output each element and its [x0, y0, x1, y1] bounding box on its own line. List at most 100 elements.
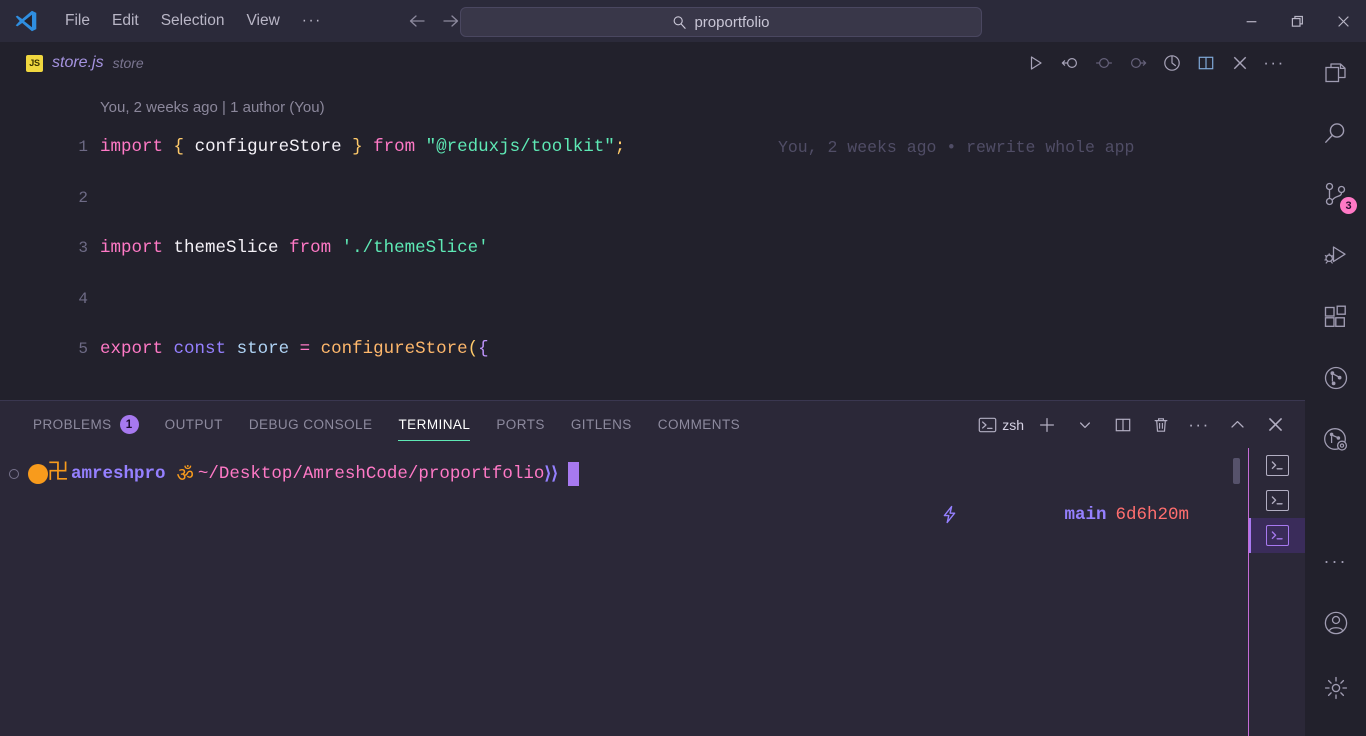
file-history-icon[interactable]	[1155, 46, 1189, 80]
terminal-git-branch: main	[1064, 504, 1107, 525]
menu-view[interactable]: View	[235, 9, 290, 33]
terminal-body[interactable]: 卍 amreshpro ॐ ~/Desktop/AmreshCode/propo…	[0, 448, 1248, 736]
restore-icon[interactable]	[1274, 0, 1320, 42]
code-token: from	[373, 137, 416, 158]
menu-edit[interactable]: Edit	[101, 9, 150, 33]
activitybar-item-more[interactable]: ···	[1305, 531, 1366, 592]
activitybar-item-source-control[interactable]: 3	[1305, 164, 1366, 225]
ellipsis-icon[interactable]: ···	[1257, 46, 1291, 80]
close-icon[interactable]	[1257, 410, 1293, 440]
terminal-path: ~/Desktop/AmreshCode/proportfolio	[197, 464, 545, 484]
panel-action-bar: zsh ···	[975, 401, 1293, 448]
plus-icon[interactable]	[1029, 410, 1065, 440]
ellipsis-icon[interactable]: ···	[1181, 410, 1217, 440]
code-content[interactable]: You, 2 weeks ago | 1 author (You) 1 impor…	[0, 84, 1305, 375]
code-token: }	[352, 137, 363, 158]
code-lines: 1 import { configureStore } from "@reduxj…	[0, 122, 1305, 375]
play-icon[interactable]	[1019, 46, 1053, 80]
panel-tab-ports[interactable]: PORTS	[483, 401, 558, 448]
activitybar-item-search[interactable]	[1305, 103, 1366, 164]
terminal-user: amreshpro	[71, 464, 166, 484]
code-token: {	[478, 339, 489, 360]
activitybar-item-gitlens-inspect[interactable]	[1305, 408, 1366, 469]
blame-header: You, 2 weeks ago | 1 author (You)	[100, 98, 325, 116]
panel-tab-terminal[interactable]: TERMINAL	[385, 401, 483, 448]
arrow-right-icon[interactable]	[441, 12, 461, 30]
line-number: 2	[78, 188, 88, 207]
vscode-window: File Edit Selection View ··· proportfoli…	[0, 0, 1366, 736]
code-token: {	[173, 137, 185, 158]
menu-overflow-icon[interactable]: ···	[291, 12, 333, 30]
source-control-badge: 3	[1340, 197, 1357, 214]
editor-tab-store-js[interactable]: JS store.js store	[0, 42, 158, 84]
activitybar-item-gitlens[interactable]	[1305, 347, 1366, 408]
terminal-duration: 6d6h20m	[1115, 504, 1189, 525]
panel-tab-problems[interactable]: PROBLEMS 1	[20, 401, 152, 448]
command-decoration-icon[interactable]	[9, 469, 19, 479]
terminal-tab-1[interactable]	[1249, 448, 1305, 483]
menu-selection[interactable]: Selection	[150, 9, 236, 33]
menu-file[interactable]: File	[54, 9, 101, 33]
panel-tab-debug-console[interactable]: DEBUG CONSOLE	[236, 401, 386, 448]
code-token: configureStore	[320, 339, 468, 360]
code-token: import	[100, 137, 164, 158]
terminal-icon[interactable]: zsh	[975, 410, 1027, 440]
chevron-up-icon[interactable]	[1219, 410, 1255, 440]
editor-tabs: JS store.js store ···	[0, 42, 1305, 84]
terminal-tab-list	[1249, 448, 1305, 736]
panel-tab-label: DEBUG CONSOLE	[248, 417, 373, 432]
navigation-arrows	[407, 12, 461, 30]
search-value: proportfolio	[694, 13, 770, 31]
code-line[interactable]: 1 import { configureStore } from "@reduxj…	[0, 122, 1305, 173]
editor-action-bar: ···	[1019, 42, 1291, 84]
close-icon[interactable]	[1320, 0, 1366, 42]
code-line[interactable]: 3 import themeSlice from './themeSlice'	[0, 223, 1305, 274]
terminal-tab-2[interactable]	[1249, 483, 1305, 518]
code-token: (	[467, 339, 479, 360]
code-token: configureStore	[194, 137, 342, 158]
activitybar-item-settings[interactable]	[1305, 657, 1366, 718]
code-line[interactable]: 2	[0, 173, 1305, 224]
minimize-icon[interactable]	[1228, 0, 1274, 42]
terminal-cursor	[568, 462, 580, 486]
vscode-logo-icon	[12, 7, 40, 35]
activitybar-item-accounts[interactable]	[1305, 592, 1366, 653]
split-editor-icon[interactable]	[1189, 46, 1223, 80]
panel-tab-output[interactable]: OUTPUT	[152, 401, 236, 448]
search-input[interactable]: proportfolio	[460, 7, 982, 37]
panel-tab-gitlens[interactable]: GITLENS	[558, 401, 645, 448]
code-line[interactable]: 4	[0, 274, 1305, 325]
circle-icon[interactable]	[1087, 46, 1121, 80]
trash-icon[interactable]	[1143, 410, 1179, 440]
arrow-left-icon[interactable]	[407, 12, 427, 30]
activitybar-item-explorer[interactable]	[1305, 42, 1366, 103]
panel-tab-label: PORTS	[496, 417, 545, 432]
chevron-down-icon[interactable]	[1067, 410, 1103, 440]
terminal-tab-3[interactable]	[1249, 518, 1305, 553]
close-icon[interactable]	[1223, 46, 1257, 80]
bottom-panel: PROBLEMS 1 OUTPUT DEBUG CONSOLE TERMINAL PORT…	[0, 400, 1305, 736]
panel-tab-badge: 1	[119, 415, 139, 434]
terminal-icon	[1265, 525, 1289, 546]
split-icon[interactable]	[1105, 410, 1141, 440]
activity-bar: 3 ···	[1305, 42, 1366, 736]
activitybar-item-run-debug[interactable]	[1305, 225, 1366, 286]
editor-tab-description: store	[112, 55, 144, 71]
panel-tab-label: COMMENTS	[657, 417, 741, 432]
code-token: './themeSlice'	[341, 238, 489, 259]
code-line[interactable]: 5 export const store = configureStore({	[0, 324, 1305, 375]
js-file-icon: JS	[26, 54, 43, 72]
panel-tab-comments[interactable]: COMMENTS	[645, 401, 753, 448]
step-back-icon[interactable]	[1053, 46, 1087, 80]
window-controls	[1228, 0, 1366, 42]
step-forward-icon[interactable]	[1121, 46, 1155, 80]
editor-area: JS store.js store ··· You, 2 weeks ago |…	[0, 42, 1305, 400]
activitybar-item-extensions[interactable]	[1305, 286, 1366, 347]
terminal-scrollbar[interactable]	[1233, 458, 1240, 484]
